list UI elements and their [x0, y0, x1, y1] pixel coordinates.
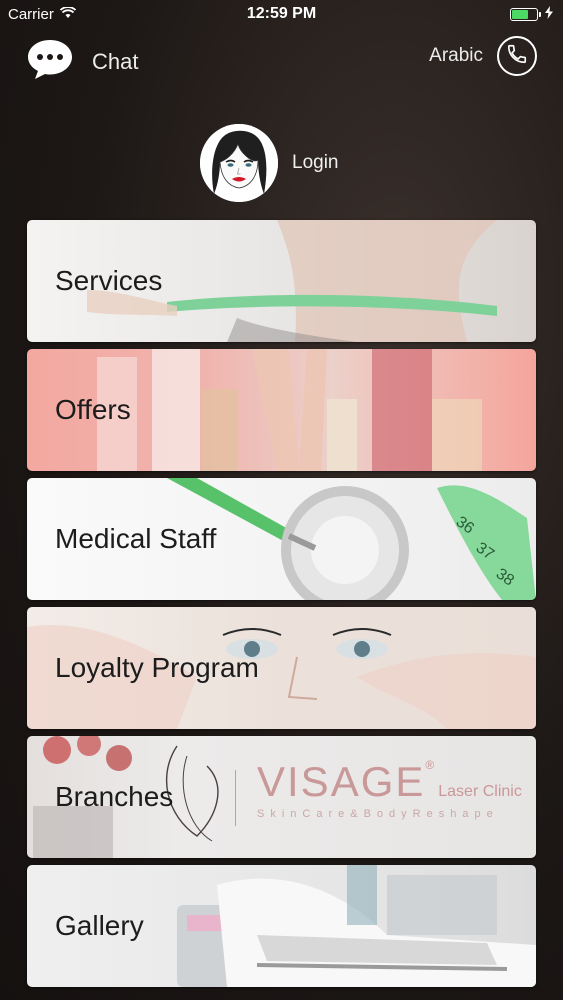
logo-subtitle: Laser Clinic — [438, 783, 522, 800]
menu-item-branches[interactable]: VISAGE®Laser Clinic SkinCare&BodyReshape… — [27, 736, 536, 858]
logo-registered: ® — [425, 758, 435, 772]
status-time: 12:59 PM — [246, 5, 317, 22]
chat-button[interactable]: Chat — [26, 38, 138, 85]
logo-tagline: SkinCare&BodyReshape — [257, 808, 499, 820]
call-button[interactable] — [497, 36, 537, 76]
language-call-group: Arabic — [429, 36, 537, 76]
phone-icon — [506, 43, 528, 70]
top-bar: Chat Arabic — [0, 30, 563, 86]
battery-tip — [539, 12, 541, 17]
login-button[interactable]: Login — [200, 124, 339, 202]
logo-divider — [235, 770, 236, 826]
menu-label-offers: Offers — [55, 394, 131, 425]
chat-bubble-icon — [26, 38, 74, 85]
menu-label-services: Services — [55, 265, 163, 296]
main-menu: Services Offers 36 37 38 Medical Staff L… — [27, 220, 536, 994]
menu-item-loyalty-program[interactable]: Loyalty Program — [27, 607, 536, 729]
menu-label-branches: Branches — [55, 781, 174, 812]
menu-label-medical-staff: Medical Staff — [55, 523, 217, 554]
battery-icon — [510, 8, 538, 21]
menu-label-loyalty-program: Loyalty Program — [55, 652, 259, 683]
status-bar: Carrier 12:59 PM — [0, 0, 563, 30]
battery-fill — [512, 10, 528, 19]
menu-item-medical-staff[interactable]: 36 37 38 Medical Staff — [27, 478, 536, 600]
charging-bolt-icon — [545, 6, 553, 23]
chat-label: Chat — [92, 48, 139, 74]
logo-wordmark: VISAGE — [257, 758, 426, 805]
woman-face-icon — [200, 124, 278, 202]
battery-indicator — [510, 6, 553, 23]
visage-logo: VISAGE®Laser Clinic SkinCare&BodyReshape — [257, 758, 522, 820]
menu-item-gallery[interactable]: Gallery — [27, 865, 536, 987]
arabic-language-button[interactable]: Arabic — [429, 45, 483, 67]
login-label: Login — [292, 152, 339, 173]
menu-label-gallery: Gallery — [55, 910, 144, 941]
menu-item-offers[interactable]: Offers — [27, 349, 536, 471]
menu-item-services[interactable]: Services — [27, 220, 536, 342]
